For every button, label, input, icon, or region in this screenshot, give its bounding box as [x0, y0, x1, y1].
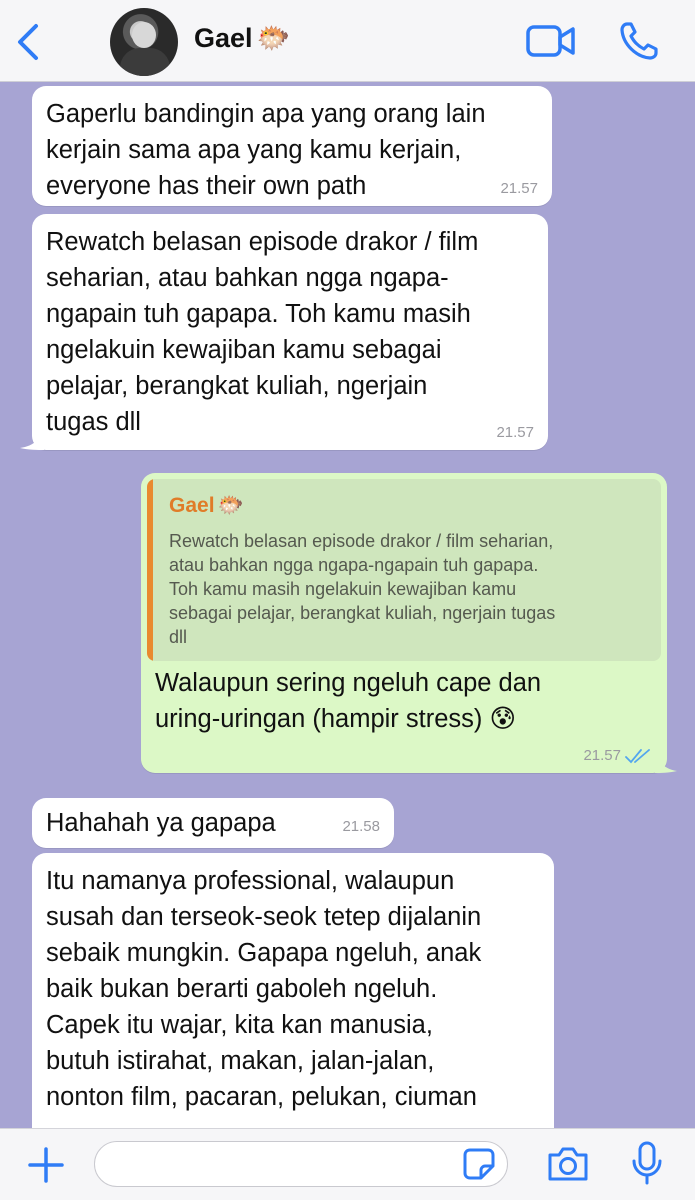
message-time: 21.57: [583, 747, 621, 765]
video-call-icon: [526, 25, 575, 57]
sticker-icon: [463, 1148, 495, 1180]
bubble-tail: [20, 428, 44, 450]
camera-button[interactable]: [546, 1145, 590, 1183]
microphone-icon: [632, 1141, 662, 1185]
incoming-message[interactable]: Rewatch belasan episode drakor / film se…: [20, 214, 548, 450]
contact-name-text: Gael: [194, 22, 253, 53]
quote-accent-bar: [147, 479, 153, 661]
incoming-message[interactable]: Itu namanya professional, walaupun susah…: [32, 853, 554, 1153]
pufferfish-emoji: 🐡: [217, 494, 244, 517]
message-time: 21.58: [342, 818, 380, 835]
message-time: 21.57: [500, 180, 538, 197]
message-time-text: 21.57: [583, 747, 621, 764]
read-double-check-icon: [625, 749, 650, 764]
video-call-button[interactable]: [526, 24, 576, 58]
message-text: Rewatch belasan episode drakor / film se…: [46, 228, 479, 436]
message-input-bar: [0, 1128, 695, 1200]
plus-icon: [28, 1147, 64, 1183]
back-button[interactable]: [12, 22, 48, 62]
quote-author: Gael 🐡: [169, 493, 244, 519]
message-text: Hahahah ya gapapa: [46, 809, 276, 837]
quote-author-name: Gael: [169, 494, 215, 517]
message-text: Gaperlu bandingin apa yang orang lain ke…: [46, 100, 486, 200]
quote-text: Rewatch belasan episode drakor / film se…: [169, 531, 556, 647]
bubble-tail: [655, 751, 677, 773]
message-time: 21.57: [496, 424, 534, 441]
incoming-message[interactable]: Hahahah ya gapapa 21.58: [32, 798, 394, 848]
camera-icon: [548, 1147, 588, 1181]
message-text: Itu namanya professional, walaupun susah…: [46, 867, 482, 1111]
phone-call-button[interactable]: [618, 20, 660, 62]
quoted-reply[interactable]: Gael 🐡 Rewatch belasan episode drakor / …: [147, 479, 661, 661]
back-chevron-icon: [18, 24, 38, 60]
contact-name[interactable]: Gael 🐡: [194, 22, 290, 54]
message-text: Walaupun sering ngeluh cape dan uring-ur…: [155, 669, 542, 733]
chat-header: Gael 🐡: [0, 0, 695, 82]
outgoing-message[interactable]: Gael 🐡 Rewatch belasan episode drakor / …: [141, 473, 677, 773]
incoming-message[interactable]: Gaperlu bandingin apa yang orang lain ke…: [32, 86, 552, 206]
microphone-button[interactable]: [630, 1141, 664, 1187]
avatar[interactable]: [110, 8, 178, 76]
phone-call-icon: [620, 22, 658, 60]
message-input[interactable]: [94, 1141, 508, 1187]
pufferfish-emoji: 🐡: [256, 23, 291, 53]
sticker-button[interactable]: [462, 1147, 496, 1181]
add-attachment-button[interactable]: [26, 1145, 66, 1185]
